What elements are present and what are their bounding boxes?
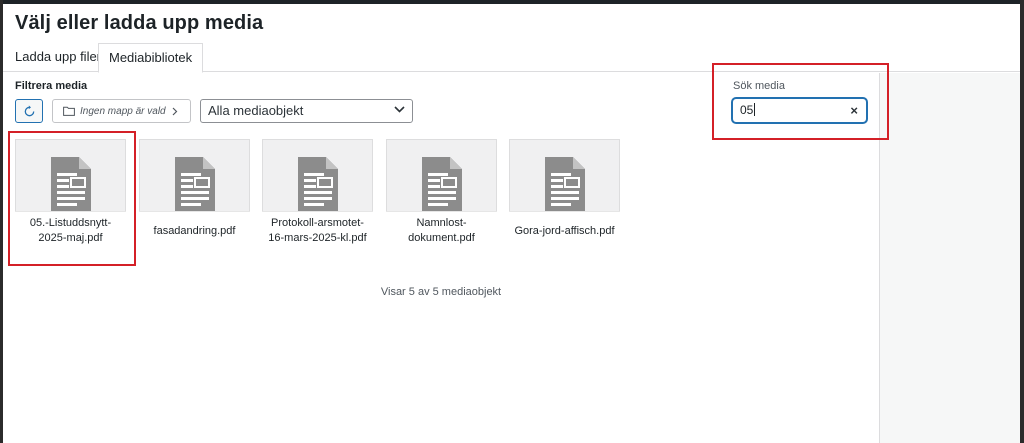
document-icon: [297, 157, 338, 211]
media-type-select-value: Alla mediaobjekt: [208, 103, 304, 118]
folder-icon: [63, 106, 75, 116]
media-filename: Protokoll-arsmotet-16-mars-2025-kl.pdf: [262, 211, 373, 250]
media-filename: fasadandring.pdf: [139, 211, 250, 250]
search-highlight-box: [712, 63, 889, 140]
media-count-status: Visar 5 av 5 mediaobjekt: [380, 286, 502, 298]
document-icon: [421, 157, 462, 211]
chevron-down-icon: [394, 106, 405, 113]
document-icon: [544, 157, 585, 211]
document-icon: [174, 157, 215, 211]
media-item[interactable]: Gora-jord-affisch.pdf: [509, 139, 620, 250]
filter-media-label: Filtrera media: [15, 80, 88, 92]
folder-filter-button[interactable]: Ingen mapp är vald: [52, 99, 191, 123]
window-right-edge: [1020, 0, 1024, 443]
refresh-icon: [24, 105, 34, 116]
media-item[interactable]: Namnlost-dokument.pdf: [386, 139, 497, 250]
refresh-button[interactable]: [15, 99, 43, 123]
media-thumbnail: [509, 139, 620, 211]
media-thumbnail: [139, 139, 250, 211]
window-top-edge: [0, 0, 1024, 4]
media-item[interactable]: fasadandring.pdf: [139, 139, 250, 250]
tab-media-library[interactable]: Mediabibliotek: [98, 43, 204, 73]
media-filename: Namnlost-dokument.pdf: [386, 211, 497, 250]
media-thumbnail: [386, 139, 497, 211]
modal-title: Välj eller ladda upp media: [15, 12, 264, 34]
media-filename: Gora-jord-affisch.pdf: [509, 211, 620, 250]
media-type-select[interactable]: Alla mediaobjekt: [200, 99, 413, 123]
media-item[interactable]: Protokoll-arsmotet-16-mars-2025-kl.pdf: [262, 139, 373, 250]
selected-item-highlight-box: [8, 131, 136, 266]
folder-filter-label: Ingen mapp är vald: [80, 105, 166, 117]
tab-upload-files[interactable]: Ladda upp filer: [5, 43, 111, 72]
chevron-right-icon: [172, 107, 177, 115]
attachment-details-sidebar: [879, 73, 1020, 443]
media-thumbnail: [262, 139, 373, 211]
